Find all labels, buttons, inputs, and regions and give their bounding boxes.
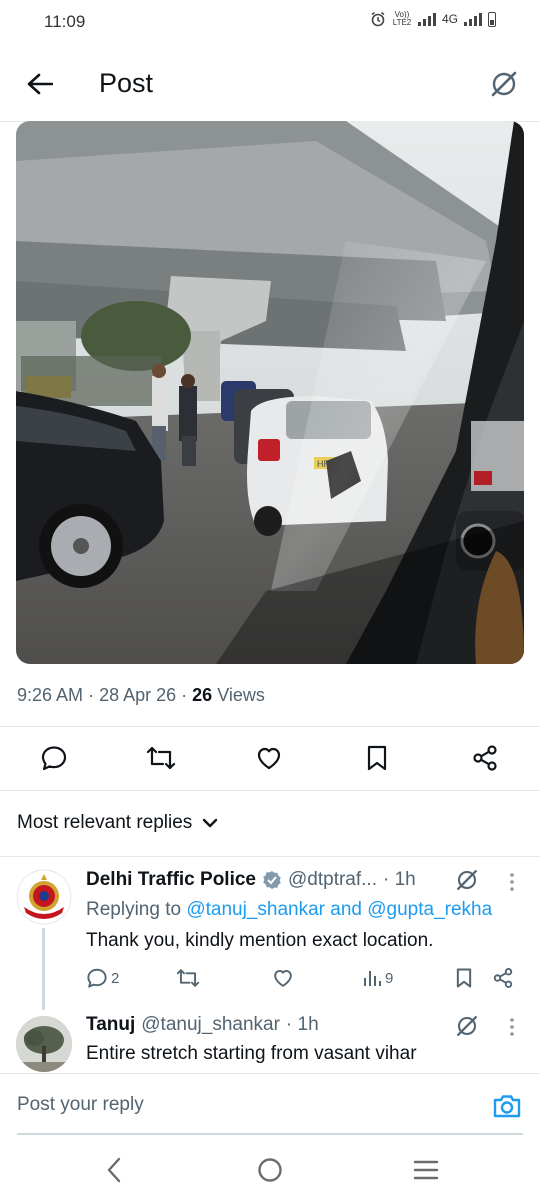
system-nav-bar (0, 1140, 540, 1199)
reply-header: Delhi Traffic Police @dtptraf... · 1h (86, 869, 416, 891)
bookmark-icon (456, 968, 472, 988)
reply-author-name[interactable]: Delhi Traffic Police (86, 869, 256, 891)
network-label: 4G (441, 12, 458, 26)
reply-input[interactable] (17, 1094, 457, 1116)
reply-composer (0, 1073, 540, 1135)
reply-more-button[interactable] (502, 868, 522, 896)
reply-author-handle[interactable]: @dtptraf... (288, 869, 377, 891)
repost-button[interactable] (141, 738, 181, 778)
replies-sort-label: Most relevant replies (17, 812, 193, 833)
replying-user-link[interactable]: @gupta_rekha (367, 899, 492, 920)
traffic-photo-image: HR (16, 121, 524, 664)
comment-icon (87, 968, 107, 988)
chevron-left-icon (107, 1157, 121, 1183)
grok-slash-icon (491, 71, 517, 97)
header: Post (0, 46, 540, 122)
reply-more-button[interactable] (502, 1013, 522, 1041)
police-badge-icon (16, 869, 72, 925)
repost-icon (176, 969, 200, 987)
signal-icon (417, 12, 436, 26)
grok-slash-icon (457, 1016, 477, 1036)
views-label: Views (217, 685, 265, 705)
analytics-icon (364, 971, 381, 986)
heart-icon (257, 747, 281, 770)
grok-button[interactable] (486, 66, 522, 102)
like-button[interactable] (249, 738, 289, 778)
share-button[interactable] (465, 738, 505, 778)
comment-icon (41, 746, 67, 771)
home-circle-icon (258, 1158, 282, 1182)
reply-repost-button[interactable] (176, 964, 200, 992)
replying-prefix: Replying to (86, 899, 182, 920)
share-icon (473, 745, 497, 771)
signal-icon-2 (464, 12, 482, 26)
avatar[interactable] (16, 869, 72, 925)
more-vertical-icon (510, 1018, 514, 1036)
camera-icon (493, 1095, 521, 1118)
reply-header: Tanuj @tanuj_shankar · 1h (86, 1014, 319, 1036)
reply-comment-button[interactable]: 2 (86, 964, 119, 992)
share-icon (493, 968, 513, 988)
meta-separator: · (88, 685, 100, 705)
avatar[interactable] (16, 1016, 72, 1072)
replying-and: and (330, 899, 362, 920)
post-actions (0, 738, 540, 778)
nav-back-button[interactable] (94, 1154, 134, 1186)
alarm-icon (371, 11, 385, 27)
reply-time: · 1h (285, 1014, 319, 1035)
reply-bookmark-button[interactable] (454, 964, 474, 992)
page-title: Post (99, 68, 154, 98)
reply-like-button[interactable] (272, 964, 294, 992)
arrow-left-icon (27, 73, 53, 95)
reply-author-handle[interactable]: @tanuj_shankar (141, 1014, 280, 1036)
status-time: 11:09 (44, 12, 86, 31)
actions-divider (0, 790, 540, 791)
bookmark-button[interactable] (357, 738, 397, 778)
verified-badge-icon (263, 871, 281, 889)
views-count: 26 (192, 685, 213, 705)
camera-button[interactable] (492, 1092, 522, 1120)
volte-label: Vo)) LTE2 (392, 10, 412, 27)
status-icons: Vo)) LTE2 4G (370, 11, 496, 27)
tree-avatar-image (16, 1016, 72, 1072)
back-button[interactable] (22, 66, 58, 102)
grok-slash-icon (457, 870, 477, 890)
reply-button[interactable] (34, 738, 74, 778)
reply-count: 2 (111, 969, 120, 987)
replies-sort-dropdown[interactable]: Most relevant replies (17, 812, 218, 834)
reply-grok-button[interactable] (453, 1012, 481, 1040)
nav-home-button[interactable] (250, 1154, 290, 1186)
heart-icon (274, 969, 292, 987)
meta-separator: · (181, 685, 193, 705)
reply-text: Thank you, kindly mention exact location… (86, 930, 434, 951)
menu-lines-icon (413, 1160, 439, 1180)
reply-time: · 1h (383, 869, 416, 890)
thread-line (42, 928, 45, 1010)
meta-divider (0, 726, 540, 727)
battery-icon (488, 11, 496, 27)
post-meta: 9:26 AM · 28 Apr 26 · 26 Views (17, 685, 265, 706)
more-vertical-icon (510, 873, 514, 891)
reply-grok-button[interactable] (453, 866, 481, 894)
replying-user-link[interactable]: @tanuj_shankar (186, 899, 325, 920)
reply-views-button[interactable]: 9 (362, 964, 393, 992)
bookmark-icon (367, 745, 387, 771)
replying-to: Replying to @tanuj_shankar and @gupta_re… (86, 899, 492, 921)
reply-share-button[interactable] (492, 964, 514, 992)
reply-views-count: 9 (385, 969, 394, 987)
chevron-down-icon (203, 818, 218, 828)
status-bar: 11:09 Vo)) LTE2 4G (0, 0, 540, 46)
nav-recents-button[interactable] (406, 1154, 446, 1186)
repost-icon (146, 746, 176, 770)
post-date: 28 Apr 26 (99, 685, 177, 705)
post-time: 9:26 AM (17, 685, 84, 705)
post-photo[interactable]: HR (16, 121, 524, 664)
reply-author-name[interactable]: Tanuj (86, 1014, 135, 1036)
composer-underline (17, 1133, 523, 1135)
reply-text: Entire stretch starting from vasant viha… (86, 1043, 417, 1064)
